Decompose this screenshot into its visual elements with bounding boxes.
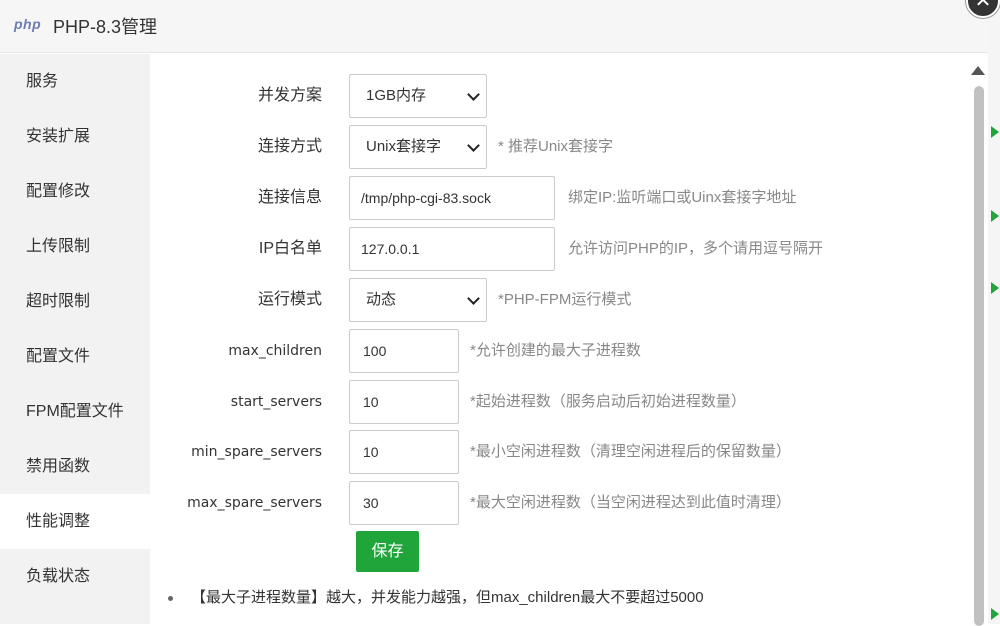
sidebar-item-performance-tuning[interactable]: 性能调整 — [0, 494, 150, 549]
form-row-connection-info: 连接信息 /tmp/php-cgi-83.sock 绑定IP:监听端口或Uinx… — [150, 176, 970, 220]
start-servers-hint: *起始进程数（服务启动后初始进程数量） — [470, 393, 746, 410]
start-servers-input[interactable]: 10 — [349, 380, 459, 424]
play-icon — [991, 608, 999, 620]
tip-note: 【最大子进程数量】越大，并发能力越强，但max_children最大不要超过50… — [168, 586, 704, 607]
form-row-connection-mode: 连接方式 Unix套接字 * 推荐Unix套接字 — [150, 125, 970, 169]
form-row-start-servers: start_servers 10 *起始进程数（服务启动后初始进程数量） — [150, 380, 970, 424]
chevron-down-icon — [467, 88, 480, 101]
max-children-label: max_children — [228, 343, 322, 359]
sidebar-item-upload-limit[interactable]: 上传限制 — [0, 219, 150, 274]
sidebar-item-timeout-limit[interactable]: 超时限制 — [0, 274, 150, 329]
concurrency-select[interactable]: 1GB内存 — [349, 74, 487, 118]
performance-form: 并发方案 1GB内存 连接方式 Unix套接字 * 推荐Unix套接字 连接信息… — [150, 54, 970, 624]
concurrency-label: 并发方案 — [257, 87, 322, 104]
min-spare-servers-hint: *最小空闲进程数（清理空闲进程后的保留数量） — [470, 443, 791, 460]
connection-info-label: 连接信息 — [257, 189, 322, 206]
window-title: PHP-8.3管理 — [53, 17, 158, 37]
run-mode-select[interactable]: 动态 — [349, 278, 487, 322]
sidebar-item-config-edit[interactable]: 配置修改 — [0, 164, 150, 219]
sidebar-item-service[interactable]: 服务 — [0, 54, 150, 109]
ip-whitelist-label: IP白名单 — [258, 240, 322, 257]
max-children-hint: *允许创建的最大子进程数 — [470, 342, 641, 359]
form-row-min-spare-servers: min_spare_servers 10 *最小空闲进程数（清理空闲进程后的保留… — [150, 430, 970, 474]
connection-mode-hint: * 推荐Unix套接字 — [498, 138, 614, 155]
sidebar-item-load-status[interactable]: 负载状态 — [0, 549, 150, 604]
run-mode-label: 运行模式 — [257, 291, 322, 308]
ip-whitelist-hint: 允许访问PHP的IP，多个请用逗号隔开 — [568, 240, 824, 257]
run-mode-hint: *PHP-FPM运行模式 — [498, 291, 632, 308]
max-spare-servers-label: max_spare_servers — [187, 495, 322, 511]
ip-whitelist-input[interactable]: 127.0.0.1 — [349, 227, 555, 271]
run-mode-value: 动态 — [366, 291, 397, 308]
min-spare-servers-label: min_spare_servers — [191, 444, 322, 460]
connection-mode-select[interactable]: Unix套接字 — [349, 125, 487, 169]
concurrency-value: 1GB内存 — [366, 87, 427, 104]
background-page-edge — [988, 0, 1000, 624]
connection-mode-value: Unix套接字 — [366, 138, 442, 155]
form-row-ip-whitelist: IP白名单 127.0.0.1 允许访问PHP的IP，多个请用逗号隔开 — [150, 227, 970, 271]
start-servers-label: start_servers — [230, 394, 322, 410]
php-manager-window: php PHP-8.3管理 服务 安装扩展 配置修改 上传限制 超时限制 配置文… — [0, 0, 988, 626]
bullet-icon — [168, 595, 173, 601]
min-spare-servers-input[interactable]: 10 — [349, 430, 459, 474]
scroll-up-arrow-icon[interactable] — [971, 66, 985, 75]
sidebar-item-fpm-config-file[interactable]: FPM配置文件 — [0, 384, 150, 439]
sidebar-item-disabled-functions[interactable]: 禁用函数 — [0, 439, 150, 494]
form-row-run-mode: 运行模式 动态 *PHP-FPM运行模式 — [150, 278, 970, 322]
sidebar: 服务 安装扩展 配置修改 上传限制 超时限制 配置文件 FPM配置文件 禁用函数… — [0, 54, 150, 624]
sidebar-item-install-extensions[interactable]: 安装扩展 — [0, 109, 150, 164]
play-icon — [991, 282, 999, 294]
form-row-max-spare-servers: max_spare_servers 30 *最大空闲进程数（当空闲进程达到此值时… — [150, 481, 970, 525]
chevron-down-icon — [467, 139, 480, 152]
save-button[interactable]: 保存 — [356, 531, 419, 572]
connection-mode-label: 连接方式 — [257, 138, 322, 155]
php-logo: php — [14, 16, 42, 32]
connection-info-input[interactable]: /tmp/php-cgi-83.sock — [349, 176, 555, 220]
max-children-input[interactable]: 100 — [349, 329, 459, 373]
play-icon — [991, 126, 999, 138]
title-bar: php PHP-8.3管理 — [0, 0, 988, 53]
chevron-down-icon — [467, 292, 480, 305]
play-icon — [991, 210, 999, 222]
max-spare-servers-hint: *最大空闲进程数（当空闲进程达到此值时清理） — [470, 494, 791, 511]
form-row-concurrency: 并发方案 1GB内存 — [150, 74, 970, 118]
scrollbar-thumb[interactable] — [974, 86, 984, 626]
sidebar-item-config-file[interactable]: 配置文件 — [0, 329, 150, 384]
form-row-max-children: max_children 100 *允许创建的最大子进程数 — [150, 329, 970, 373]
connection-info-hint: 绑定IP:监听端口或Uinx套接字地址 — [568, 189, 797, 206]
max-spare-servers-input[interactable]: 30 — [349, 481, 459, 525]
tip-note-text: 【最大子进程数量】越大，并发能力越强，但max_children最大不要超过50… — [191, 589, 704, 606]
